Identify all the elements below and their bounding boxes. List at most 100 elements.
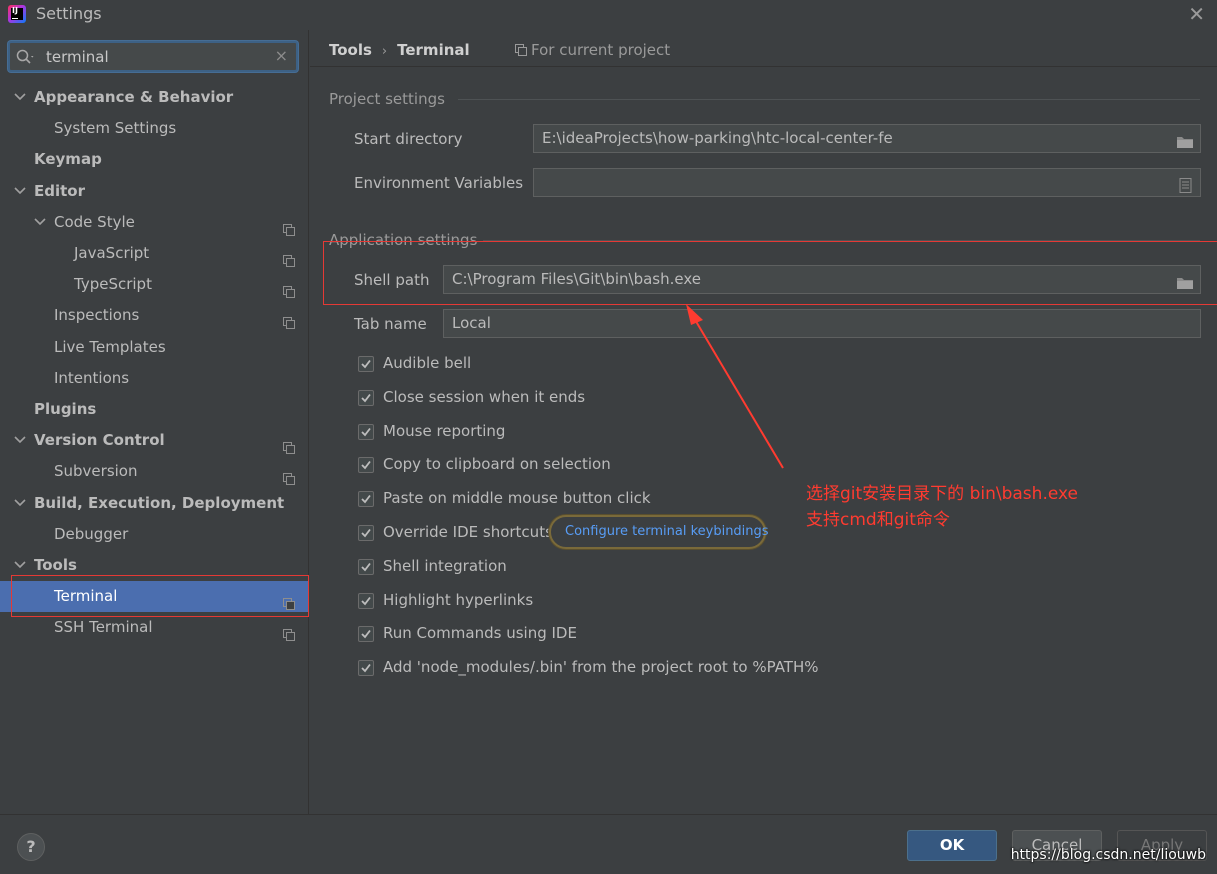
sidebar-item-label: Editor xyxy=(34,181,85,200)
project-scope-icon xyxy=(283,621,295,642)
tab-name-label: Tab name xyxy=(354,315,427,333)
project-scope-icon xyxy=(283,247,295,267)
checkbox[interactable] xyxy=(358,558,374,575)
chevron-down-icon[interactable] xyxy=(14,176,26,207)
checkbox[interactable] xyxy=(358,389,374,406)
sidebar-item-editor[interactable]: Editor xyxy=(0,176,309,207)
checkbox-label: Mouse reporting xyxy=(383,421,506,440)
configure-keybindings-link[interactable]: Configure terminal keybindings xyxy=(549,515,769,549)
checkbox[interactable] xyxy=(358,423,374,440)
annotation-line-2: 支持cmd和git命令 xyxy=(806,510,950,530)
sidebar-item-appearance-behavior[interactable]: Appearance & Behavior xyxy=(0,82,309,113)
sidebar-item-label: Live Templates xyxy=(54,337,166,356)
document-icon[interactable] xyxy=(1176,175,1194,193)
checkbox-label: Highlight hyperlinks xyxy=(383,590,534,609)
breadcrumb-tools[interactable]: Tools xyxy=(329,41,372,59)
header-divider xyxy=(310,66,1217,67)
highlight-box-shell-path xyxy=(323,241,1217,305)
sidebar-item-label: Code Style xyxy=(54,212,135,231)
sidebar-item-typescript[interactable]: TypeScript xyxy=(0,269,309,300)
checkbox[interactable] xyxy=(358,626,374,643)
sidebar-item-inspections[interactable]: Inspections xyxy=(0,300,309,331)
project-scope-icon xyxy=(515,42,527,56)
checkbox-label: Shell integration xyxy=(383,556,507,575)
env-vars-field[interactable] xyxy=(533,168,1201,197)
sidebar-item-label: System Settings xyxy=(54,119,177,138)
breadcrumb-separator: › xyxy=(381,44,388,59)
project-settings-title: Project settings xyxy=(329,90,445,108)
search-input[interactable] xyxy=(46,47,266,67)
watermark: https://blog.csdn.net/liouwb xyxy=(1010,847,1206,863)
chevron-down-icon[interactable] xyxy=(34,207,46,238)
checkbox-label: Audible bell xyxy=(383,354,472,372)
sidebar-item-label: JavaScript xyxy=(74,244,150,262)
settings-sidebar: × Appearance & Behavior System Settings Ke… xyxy=(0,30,309,814)
sidebar-item-label: Intentions xyxy=(54,368,130,387)
project-scope-icon xyxy=(283,434,295,455)
sidebar-item-javascript[interactable]: JavaScript xyxy=(0,238,309,269)
checkbox-label: Copy to clipboard on selection xyxy=(383,455,611,474)
search-icon[interactable] xyxy=(16,49,34,65)
sidebar-item-label: Subversion xyxy=(54,462,138,481)
folder-icon[interactable] xyxy=(1176,131,1194,148)
settings-main-panel: Tools › Terminal For current project Proje… xyxy=(310,30,1217,814)
for-current-project-note: For current project xyxy=(515,41,670,59)
sidebar-item-label: Appearance & Behavior xyxy=(34,88,234,106)
breadcrumb: Tools › Terminal xyxy=(329,41,470,59)
sidebar-item-keymap[interactable]: Keymap xyxy=(0,144,309,175)
tab-name-field[interactable]: Local xyxy=(443,309,1201,338)
intellij-icon: IJ xyxy=(8,5,26,23)
chevron-down-icon[interactable] xyxy=(14,425,26,456)
project-scope-icon xyxy=(283,309,295,330)
tab-name-value: Local xyxy=(452,314,491,332)
help-button[interactable]: ? xyxy=(17,833,45,861)
checkbox-label: Paste on middle mouse button click xyxy=(383,489,651,508)
sidebar-item-subversion[interactable]: Subversion xyxy=(0,456,309,487)
checkbox-label: Override IDE shortcuts xyxy=(383,523,553,541)
start-directory-field[interactable]: E:\ideaProjects\how-parking\htc-local-ce… xyxy=(533,124,1201,153)
for-current-project-label: For current project xyxy=(531,41,671,59)
sidebar-item-debugger[interactable]: Debugger xyxy=(0,519,309,550)
chevron-down-icon[interactable] xyxy=(14,82,26,113)
sidebar-item-label: Debugger xyxy=(54,524,129,543)
highlight-box-terminal xyxy=(11,575,309,617)
clear-search-icon[interactable]: × xyxy=(275,46,288,65)
project-scope-icon xyxy=(283,465,295,486)
checkbox[interactable] xyxy=(358,457,374,474)
checkbox[interactable] xyxy=(358,660,374,677)
sidebar-item-system-settings[interactable]: System Settings xyxy=(0,113,309,144)
start-directory-value: E:\ideaProjects\how-parking\htc-local-ce… xyxy=(542,129,893,147)
checkbox[interactable] xyxy=(358,491,374,508)
annotation-line-1: 选择git安装目录下的 bin\bash.exe xyxy=(806,484,1078,504)
sidebar-item-plugins[interactable]: Plugins xyxy=(0,394,309,425)
ok-button[interactable]: OK xyxy=(907,830,997,861)
search-field[interactable]: × xyxy=(8,41,298,72)
sidebar-item-intentions[interactable]: Intentions xyxy=(0,363,309,394)
breadcrumb-terminal: Terminal xyxy=(397,41,470,59)
checkbox-label: Add 'node_modules/.bin' from the project… xyxy=(383,658,819,677)
checkbox-label: Run Commands using IDE xyxy=(383,624,577,643)
group-divider xyxy=(458,99,1200,100)
sidebar-item-label: Build, Execution, Deployment xyxy=(34,493,285,512)
sidebar-item-ssh-terminal[interactable]: SSH Terminal xyxy=(0,612,309,643)
sidebar-item-label: SSH Terminal xyxy=(54,618,153,637)
sidebar-item-build-execution-deployment[interactable]: Build, Execution, Deployment xyxy=(0,488,309,519)
checkbox[interactable] xyxy=(358,525,374,541)
start-directory-label: Start directory xyxy=(354,130,463,148)
sidebar-item-live-templates[interactable]: Live Templates xyxy=(0,332,309,363)
configure-keybindings-label: Configure terminal keybindings xyxy=(565,524,769,539)
project-scope-icon xyxy=(283,216,295,236)
close-icon[interactable]: ✕ xyxy=(1188,2,1205,26)
sidebar-item-label: TypeScript xyxy=(74,275,152,294)
env-vars-label: Environment Variables xyxy=(354,174,524,192)
window-title: Settings xyxy=(36,4,102,23)
checkbox[interactable] xyxy=(358,356,374,372)
sidebar-item-label: Keymap xyxy=(34,150,102,169)
sidebar-item-label: Version Control xyxy=(34,431,165,450)
sidebar-item-version-control[interactable]: Version Control xyxy=(0,425,309,456)
project-scope-icon xyxy=(283,278,295,299)
chevron-down-icon[interactable] xyxy=(14,488,26,519)
checkbox[interactable] xyxy=(358,592,374,609)
sidebar-item-code-style[interactable]: Code Style xyxy=(0,207,309,238)
sidebar-item-label: Plugins xyxy=(34,400,97,418)
